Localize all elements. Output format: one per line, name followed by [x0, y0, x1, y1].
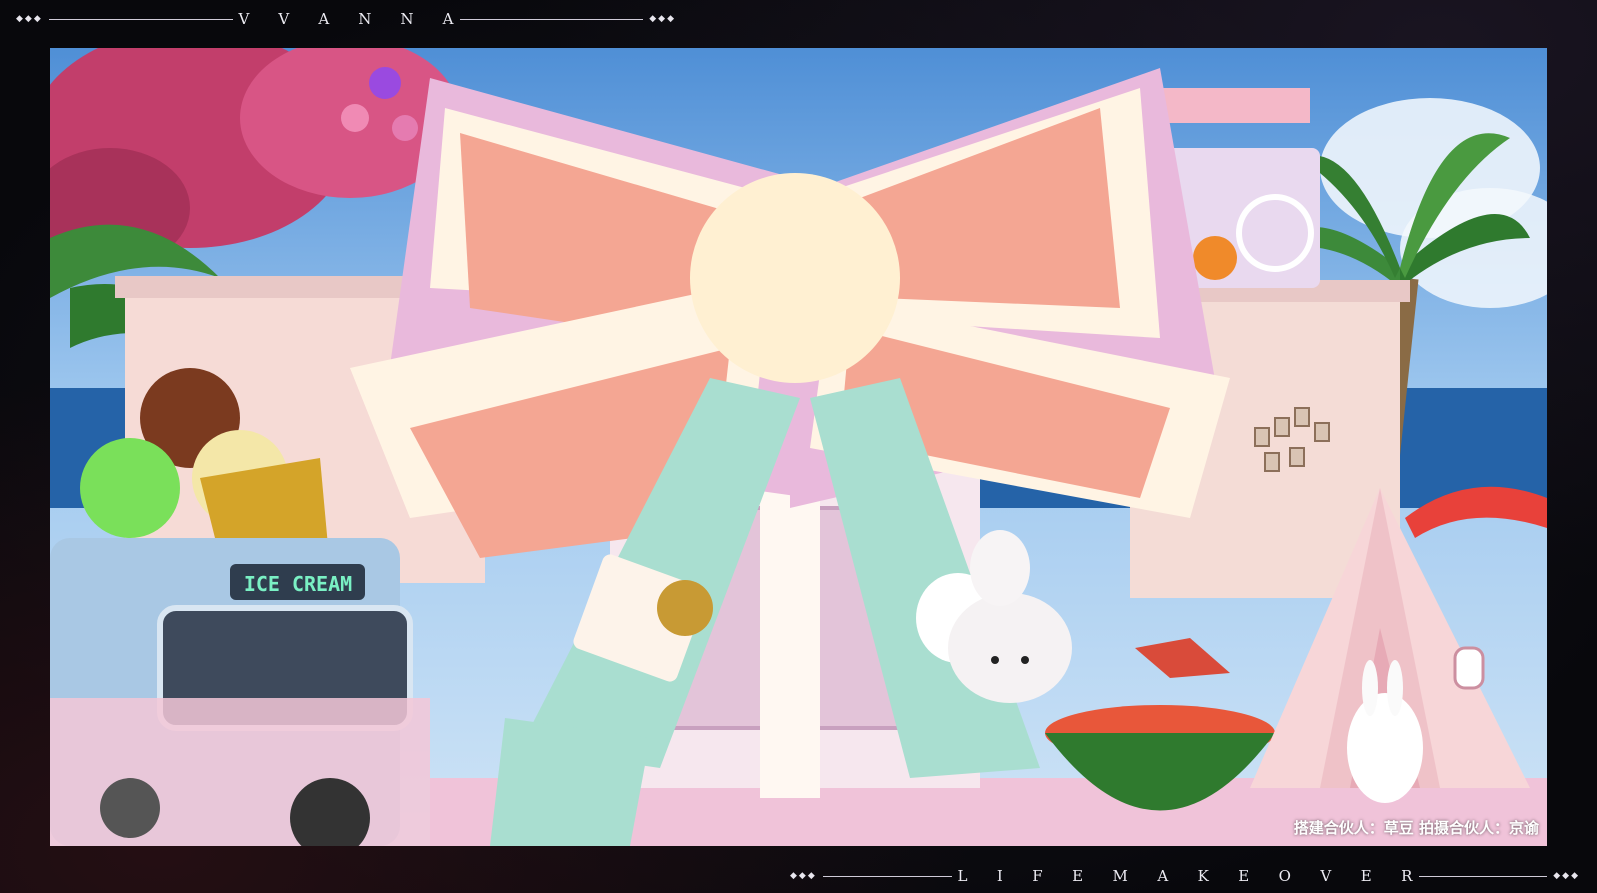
header-leading-dots: ◆◆◆ — [16, 14, 43, 24]
header-divider-right — [459, 18, 644, 20]
footer-title-letter: R — [1401, 867, 1413, 885]
footer-divider-right — [1418, 875, 1548, 877]
footer-title-letter: M — [1112, 867, 1128, 885]
header-title-letter: N — [358, 10, 372, 28]
footer-title-letter: F — [1032, 867, 1043, 885]
footer-title-letter: O — [1278, 867, 1291, 885]
footer-title-letter: L — [957, 867, 968, 885]
footer-title-letter: E — [1072, 867, 1084, 885]
header-title: VVANNA — [239, 10, 454, 28]
footer-bar: ◆◆◆ L I F E M A K E O V E R ◆◆◆ — [790, 867, 1580, 885]
footer-title-letter: V — [1320, 867, 1332, 885]
footer-title: LIFEMAKEOVER — [958, 867, 1413, 885]
footer-title-letter: E — [1360, 867, 1372, 885]
pumpkin — [1193, 236, 1237, 280]
scene-artwork: ICE CREAM — [50, 48, 1547, 846]
credit-caption: 搭建合伙人：草豆 拍摄合伙人：京谕 — [1293, 819, 1539, 837]
header-title-letter: N — [400, 10, 414, 28]
header-title-letter: A — [318, 10, 330, 28]
footer-title-letter: K — [1197, 867, 1209, 885]
ice-cream-truck — [50, 538, 430, 846]
header-trailing-dots: ◆◆◆ — [649, 14, 676, 24]
header-divider-left — [48, 18, 233, 20]
footer-title-letter: A — [1157, 867, 1169, 885]
footer-trailing-dots: ◆◆◆ — [1553, 871, 1580, 881]
mini-umbrella — [1135, 638, 1230, 678]
footer-leading-dots: ◆◆◆ — [790, 871, 817, 881]
footer-title-letter: E — [1238, 867, 1250, 885]
bow-knot — [690, 173, 900, 383]
game-scene[interactable]: ICE CREAM 搭建合伙人：草豆 拍摄合伙人：京谕 — [50, 48, 1547, 846]
header-title-letter: V — [238, 10, 250, 28]
header-bar: ◆◆◆ V V A N N A ◆◆◆ — [16, 10, 676, 28]
header-title-letter: V — [278, 10, 290, 28]
footer-divider-left — [822, 875, 952, 877]
header-title-letter: A — [442, 10, 454, 28]
truck-sign: ICE CREAM — [244, 572, 352, 596]
footer-title-letter: I — [996, 867, 1003, 885]
